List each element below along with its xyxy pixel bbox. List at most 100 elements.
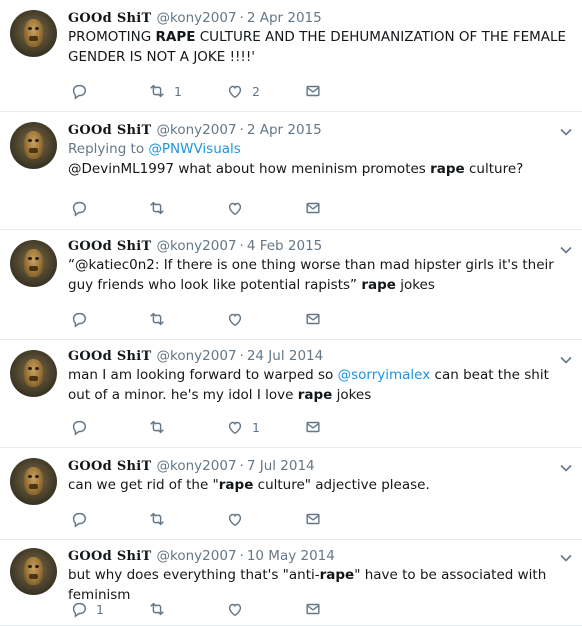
tweet-actions <box>70 197 382 219</box>
tweet[interactable]: GOOd ShiT @kony2007 · 2 Apr 2015 PROMOTING R… <box>0 0 582 112</box>
avatar[interactable] <box>10 350 57 397</box>
direct-message-button[interactable] <box>304 310 382 328</box>
mention-link[interactable]: @sorryimalex <box>338 367 431 383</box>
direct-message-button[interactable] <box>304 82 382 100</box>
avatar[interactable] <box>10 122 57 169</box>
replying-to-label: Replying to <box>68 141 149 157</box>
tweet-text-segment: jokes <box>395 277 435 293</box>
user-handle[interactable]: @kony2007 <box>157 122 237 138</box>
reply-button[interactable]: 1 <box>70 600 148 618</box>
tweet[interactable]: GOOd ShiT @kony2007 · 4 Feb 2015 “@katiec0n2… <box>0 230 582 340</box>
reply-icon <box>72 512 87 528</box>
user-handle[interactable]: @kony2007 <box>157 10 237 26</box>
highlighted-term: rape <box>218 477 254 493</box>
heart-icon <box>228 513 242 527</box>
chevron-down-icon[interactable] <box>560 128 572 136</box>
user-handle[interactable]: @kony2007 <box>157 348 237 364</box>
tweet-text-segment: @DevinML1997 what about how meninism pro… <box>68 161 431 177</box>
tweet-text-segment: can we get rid of the " <box>68 477 219 493</box>
tweet-text: can we get rid of the "rape culture" adj… <box>68 475 568 495</box>
replying-to: Replying to @PNWVisuals <box>68 139 582 159</box>
tweet-actions <box>70 308 382 330</box>
tweet[interactable]: GOOd ShiT @kony2007 · 10 May 2014 but why do… <box>0 540 582 626</box>
retweet-button[interactable] <box>148 310 226 328</box>
chevron-down-icon[interactable] <box>560 554 572 562</box>
tweet-header: GOOd ShiT @kony2007 · 10 May 2014 <box>68 540 582 564</box>
tweet-text: man I am looking forward to warped so @s… <box>68 365 568 405</box>
tweet-text-segment: culture? <box>464 161 524 177</box>
display-name[interactable]: GOOd ShiT <box>68 459 152 474</box>
tweet[interactable]: GOOd ShiT @kony2007 · 2 Apr 2015 Replying to… <box>0 112 582 230</box>
tweet[interactable]: GOOd ShiT @kony2007 · 24 Jul 2014 man I am l… <box>0 340 582 448</box>
tweet-date[interactable]: 7 Jul 2014 <box>247 458 315 474</box>
envelope-icon <box>306 313 320 325</box>
display-name[interactable]: GOOd ShiT <box>68 549 152 564</box>
like-button[interactable]: 1 <box>226 418 304 436</box>
tweet-date[interactable]: 4 Feb 2015 <box>247 238 322 254</box>
avatar[interactable] <box>10 240 57 287</box>
tweet-date[interactable]: 24 Jul 2014 <box>247 348 323 364</box>
reply-button[interactable] <box>70 310 148 328</box>
like-button[interactable] <box>226 510 304 528</box>
like-button[interactable] <box>226 310 304 328</box>
heart-icon <box>228 85 242 99</box>
tweet-actions: 1 <box>70 598 382 620</box>
tweet-text-segment: “@katiec0n2: If there is one thing worse… <box>68 257 554 293</box>
tweet-actions: 12 <box>70 80 382 102</box>
display-name[interactable]: GOOd ShiT <box>68 349 152 364</box>
tweet-date[interactable]: 2 Apr 2015 <box>247 10 322 26</box>
chevron-down-icon[interactable] <box>560 356 572 364</box>
chevron-down-icon[interactable] <box>560 246 572 254</box>
reply-button[interactable] <box>70 418 148 436</box>
user-handle[interactable]: @kony2007 <box>157 548 237 564</box>
highlighted-term: rape <box>319 567 355 583</box>
like-button[interactable] <box>226 199 304 217</box>
highlighted-term: rape <box>430 161 465 177</box>
display-name[interactable]: GOOd ShiT <box>68 11 152 26</box>
replying-to-link[interactable]: @PNWVisuals <box>148 141 240 157</box>
user-handle[interactable]: @kony2007 <box>157 238 237 254</box>
direct-message-button[interactable] <box>304 600 382 618</box>
like-button[interactable] <box>226 600 304 618</box>
retweet-button[interactable] <box>148 418 226 436</box>
tweet[interactable]: GOOd ShiT @kony2007 · 7 Jul 2014 can we get … <box>0 448 582 540</box>
envelope-icon <box>306 603 320 615</box>
like-count: 1 <box>252 419 260 435</box>
direct-message-button[interactable] <box>304 418 382 436</box>
like-count: 2 <box>252 83 260 99</box>
user-handle[interactable]: @kony2007 <box>157 458 237 474</box>
tweet-text-segment: jokes <box>332 387 372 403</box>
highlighted-term: RAPE <box>155 29 196 45</box>
reply-button[interactable] <box>70 510 148 528</box>
display-name[interactable]: GOOd ShiT <box>68 239 152 254</box>
tweet-text: @DevinML1997 what about how meninism pro… <box>68 159 568 179</box>
tweet-date[interactable]: 10 May 2014 <box>247 548 335 564</box>
reply-button[interactable] <box>70 82 148 100</box>
retweet-icon <box>150 84 164 98</box>
direct-message-button[interactable] <box>304 510 382 528</box>
heart-icon <box>228 202 242 216</box>
tweet-text-segment: PROMOTING <box>68 29 156 45</box>
avatar[interactable] <box>10 458 57 505</box>
like-button[interactable]: 2 <box>226 82 304 100</box>
tweet-actions: 1 <box>70 416 382 438</box>
retweet-icon <box>150 201 164 215</box>
avatar[interactable] <box>10 548 57 595</box>
chevron-down-icon[interactable] <box>560 464 572 472</box>
retweet-button[interactable] <box>148 199 226 217</box>
avatar[interactable] <box>10 10 57 57</box>
separator-dot: · <box>239 548 244 564</box>
envelope-icon <box>306 202 320 214</box>
direct-message-button[interactable] <box>304 199 382 217</box>
retweet-icon <box>150 512 164 526</box>
display-name[interactable]: GOOd ShiT <box>68 123 152 138</box>
reply-count: 1 <box>96 601 104 617</box>
reply-icon <box>72 602 87 618</box>
reply-button[interactable] <box>70 199 148 217</box>
tweet-header: GOOd ShiT @kony2007 · 2 Apr 2015 <box>68 0 582 26</box>
retweet-button[interactable]: 1 <box>148 82 226 100</box>
tweet-text: “@katiec0n2: If there is one thing worse… <box>68 255 568 295</box>
retweet-button[interactable] <box>148 600 226 618</box>
tweet-date[interactable]: 2 Apr 2015 <box>247 122 322 138</box>
retweet-button[interactable] <box>148 510 226 528</box>
